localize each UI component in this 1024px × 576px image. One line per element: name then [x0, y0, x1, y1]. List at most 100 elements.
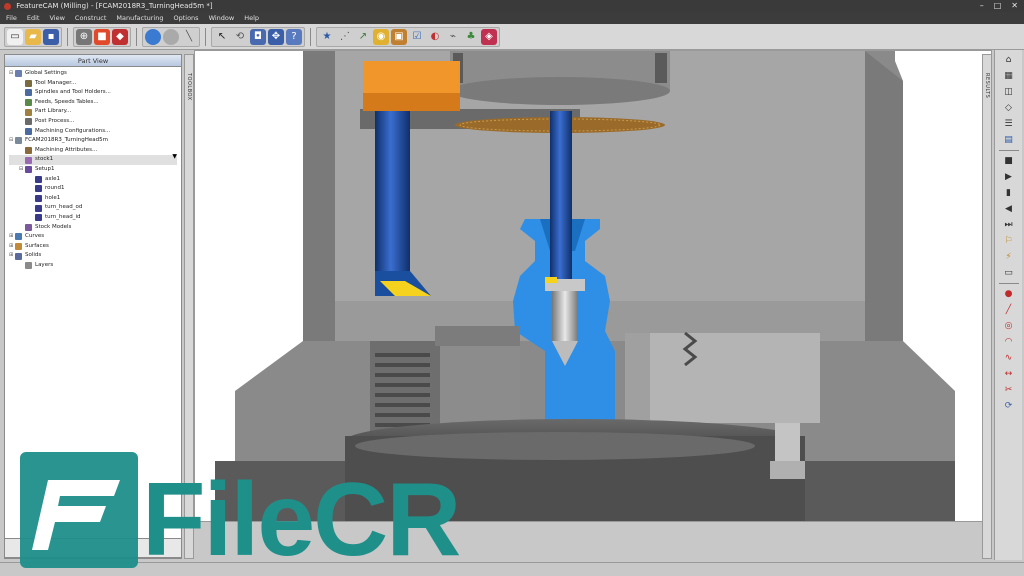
tree-item-label: Global Settings [25, 70, 67, 76]
dimension-tool-icon[interactable]: ↔ [1002, 368, 1016, 380]
open-folder-icon[interactable]: ▰ [25, 28, 41, 45]
tree-item[interactable]: Part Library... [9, 107, 177, 117]
wire-sphere-icon[interactable] [163, 28, 179, 45]
toolbar-divider [67, 27, 68, 46]
play-icon[interactable]: ▶ [1002, 171, 1016, 183]
home-icon[interactable]: ⌂ [1002, 54, 1016, 66]
menu-bar: File Edit View Construct Manufacturing O… [0, 12, 1024, 24]
part-view-title: Part View [5, 55, 181, 67]
skip-icon[interactable]: ⏭ [1002, 219, 1016, 231]
tree-item[interactable]: ⊞ Curves [9, 232, 177, 242]
menu-edit[interactable]: Edit [25, 12, 42, 24]
tree-item-label: Stock Models [35, 223, 72, 230]
dimension-icon[interactable]: ⋰ [337, 29, 353, 45]
save-icon[interactable]: ▪ [43, 28, 59, 45]
close-button[interactable]: ✕ [1011, 0, 1018, 12]
menu-window[interactable]: Window [207, 12, 237, 24]
tree-node-icon [25, 108, 32, 116]
tree-item[interactable]: axle1 [9, 175, 177, 185]
tree-item[interactable]: ⊟ FCAM2018R3_TurningHead5m [9, 136, 177, 146]
grid-icon[interactable]: ▦ [1002, 70, 1016, 82]
tree-node-icon [25, 223, 32, 231]
stop-icon[interactable]: ■ [1002, 155, 1016, 167]
tree-item[interactable]: ⊟ Global Settings [9, 69, 177, 79]
tree-item[interactable]: Spindles and Tool Holders... [9, 88, 177, 98]
toolpath-icon[interactable]: ↗ [355, 29, 371, 45]
tree-item[interactable]: hole1 [9, 194, 177, 204]
arc-icon[interactable]: ◠ [1002, 336, 1016, 348]
results-strip[interactable]: RESULTS [982, 54, 992, 559]
tree-item[interactable]: stock1 [9, 155, 177, 165]
stock-icon[interactable]: ■ [94, 28, 110, 45]
tree-item[interactable]: Feeds, Speeds Tables... [9, 98, 177, 108]
pan-icon[interactable]: ✥ [268, 28, 284, 45]
view-icon[interactable]: ◫ [1002, 86, 1016, 98]
cam-toolbar-group: ★ ⋰ ↗ ◉ ▣ ☑ ◐ ⌁ ♣ ◈ [316, 26, 500, 47]
tree-node-icon [15, 242, 22, 250]
point-icon[interactable]: ● [1002, 288, 1016, 300]
tree-node-icon [35, 175, 42, 183]
rotate-icon[interactable]: ⟲ [232, 29, 248, 45]
menu-file[interactable]: File [4, 12, 19, 24]
tree-item[interactable]: ⊞ Solids [9, 251, 177, 261]
eraser-icon[interactable]: ◆ [112, 28, 128, 45]
camera-icon[interactable]: ◘ [250, 28, 266, 45]
tree-icon[interactable]: ♣ [463, 29, 479, 45]
tree-item[interactable]: Stock Models [9, 223, 177, 233]
list-icon[interactable]: ☰ [1002, 118, 1016, 130]
simulate-icon[interactable]: ◐ [427, 29, 443, 45]
menu-help[interactable]: Help [242, 12, 261, 24]
line-icon[interactable]: ╱ [1002, 304, 1016, 316]
tree-item-label: Machining Configurations... [35, 127, 111, 134]
speed-icon[interactable]: ⚡ [1002, 251, 1016, 263]
solid-view-icon[interactable]: ◇ [1002, 102, 1016, 114]
new-file-icon[interactable]: ▭ [7, 28, 23, 45]
select-arrow-icon[interactable]: ↖ [214, 29, 230, 45]
menu-options[interactable]: Options [171, 12, 200, 24]
tree-node-icon [25, 147, 32, 155]
step-icon[interactable]: ▮ [1002, 187, 1016, 199]
step-back-icon[interactable]: ◀ [1002, 203, 1016, 215]
trim-icon[interactable]: ✂ [1002, 384, 1016, 396]
tree-item[interactable]: turn_head_od [9, 203, 177, 213]
tree-item[interactable]: Tool Manager... [9, 79, 177, 89]
tree-item[interactable]: round1 [9, 184, 177, 194]
display-icon[interactable]: ▭ [1002, 267, 1016, 279]
box-icon[interactable]: ▣ [391, 28, 407, 45]
tree-item-label: turn_head_od [45, 204, 83, 211]
tree-item[interactable]: Machining Attributes... [9, 146, 177, 156]
tree-item[interactable]: Machining Configurations... [9, 127, 177, 137]
minimize-button[interactable]: – [980, 0, 984, 12]
menu-manufacturing[interactable]: Manufacturing [114, 12, 165, 24]
circle-icon[interactable]: ◎ [1002, 320, 1016, 332]
dropdown-arrow-icon[interactable]: ▼ [172, 153, 177, 160]
spline-icon[interactable]: ∿ [1002, 352, 1016, 364]
menu-construct[interactable]: Construct [73, 12, 108, 24]
menu-view[interactable]: View [47, 12, 66, 24]
maximize-button[interactable]: □ [994, 0, 1002, 12]
nc-code-icon[interactable]: ◈ [481, 28, 497, 45]
tree-item-label: turn_head_id [45, 213, 81, 220]
tree-item[interactable]: ⊞ Surfaces [9, 242, 177, 252]
select-toolbar-group: ↖ ⟲ ◘ ✥ ? [211, 26, 305, 47]
star-icon[interactable]: ★ [319, 29, 335, 45]
app-logo-icon [4, 2, 11, 10]
toolpath-sim-icon[interactable]: ⚐ [1002, 235, 1016, 247]
tree-item-label: Solids [25, 252, 42, 259]
wand-icon[interactable]: ⌁ [445, 29, 461, 45]
title-bar: FeatureCAM (Milling) - [FCAM2018R3_Turni… [0, 0, 1024, 12]
tree-item[interactable]: Post Process... [9, 117, 177, 127]
results-icon[interactable]: ▤ [1002, 134, 1016, 146]
check-icon[interactable]: ☑ [409, 29, 425, 45]
feature-icon[interactable]: ◉ [373, 28, 389, 45]
tree-item[interactable]: turn_head_id [9, 213, 177, 223]
chain-icon[interactable]: ⟳ [1002, 400, 1016, 412]
crosshair-icon[interactable]: ⊕ [76, 28, 92, 45]
tree-item[interactable]: ⊟ Setup1 [9, 165, 177, 175]
shaded-sphere-icon[interactable] [145, 28, 161, 45]
tree-node-icon [25, 89, 32, 97]
tree-item[interactable]: Layers [9, 261, 177, 271]
help-icon[interactable]: ? [286, 28, 302, 45]
tree-item-label: Setup1 [35, 165, 55, 172]
diagonal-tool-icon[interactable]: ╲ [181, 29, 197, 45]
